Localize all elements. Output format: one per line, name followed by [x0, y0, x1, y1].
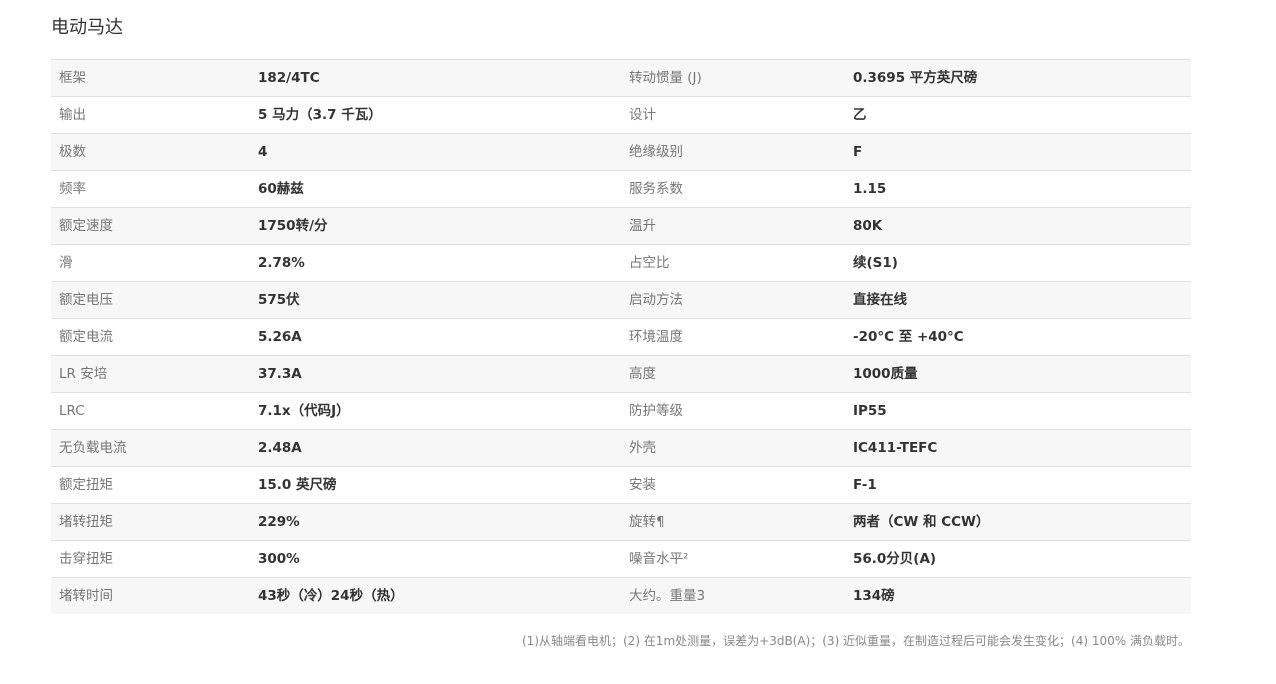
spec-value-right: 续(S1): [845, 244, 1191, 282]
spec-label-right: 防护等级: [621, 392, 845, 430]
spec-row: 滑 2.78% 占空比 续(S1): [51, 244, 1191, 282]
spec-value-left: 37.3A: [250, 355, 621, 393]
spec-value-right: 80K: [845, 207, 1191, 245]
spec-label-left: 框架: [51, 59, 250, 97]
spec-value-left: 182/4TC: [250, 59, 621, 97]
spec-label-left: 频率: [51, 170, 250, 208]
spec-value-right: 1000质量: [845, 355, 1191, 393]
spec-value-right: 1.15: [845, 170, 1191, 208]
spec-label-left: 击穿扭矩: [51, 540, 250, 578]
spec-row: 堵转时间 43秒（冷）24秒（热） 大约。重量3 134磅: [51, 577, 1191, 614]
spec-label-left: 额定扭矩: [51, 466, 250, 504]
spec-value-left: 15.0 英尺磅: [250, 466, 621, 504]
spec-value-left: 229%: [250, 503, 621, 541]
spec-label-left: LRC: [51, 392, 250, 430]
spec-label-right: 温升: [621, 207, 845, 245]
spec-label-left: 无负载电流: [51, 429, 250, 467]
spec-label-left: 输出: [51, 96, 250, 134]
spec-value-left: 5 马力（3.7 千瓦）: [250, 96, 621, 134]
spec-row: 额定电流 5.26A 环境温度 -20°C 至 +40°C: [51, 318, 1191, 356]
spec-value-left: 1750转/分: [250, 207, 621, 245]
spec-value-right: 两者（CW 和 CCW）: [845, 503, 1191, 541]
footnote: (1)从轴端看电机；(2) 在1m处测量，误差为+3dB(A)；(3) 近似重量…: [522, 634, 1190, 648]
spec-label-right: 转动惯量 (J): [621, 59, 845, 97]
spec-label-right: 启动方法: [621, 281, 845, 319]
spec-value-right: 56.0分贝(A): [845, 540, 1191, 578]
spec-label-right: 高度: [621, 355, 845, 393]
spec-row: 无负载电流 2.48A 外壳 IC411-TEFC: [51, 429, 1191, 467]
spec-value-left: 300%: [250, 540, 621, 578]
spec-row: LRC 7.1x（代码J） 防护等级 IP55: [51, 392, 1191, 430]
spec-value-left: 5.26A: [250, 318, 621, 356]
spec-label-left: 堵转扭矩: [51, 503, 250, 541]
motor-spec-table: 框架 182/4TC 转动惯量 (J) 0.3695 平方英尺磅 输出 5 马力（3.7 …: [51, 59, 1191, 614]
spec-value-right: -20°C 至 +40°C: [845, 318, 1191, 356]
spec-value-right: 0.3695 平方英尺磅: [845, 59, 1191, 97]
spec-value-left: 2.48A: [250, 429, 621, 467]
spec-value-left: 575伏: [250, 281, 621, 319]
spec-label-right: 大约。重量3: [621, 577, 845, 614]
page-title: 电动马达: [51, 17, 123, 38]
spec-label-right: 占空比: [621, 244, 845, 282]
spec-label-right: 服务系数: [621, 170, 845, 208]
spec-value-right: IC411-TEFC: [845, 429, 1191, 467]
spec-label-right: 外壳: [621, 429, 845, 467]
spec-value-right: 134磅: [845, 577, 1191, 614]
spec-label-left: 额定电流: [51, 318, 250, 356]
spec-label-right: 旋转¶: [621, 503, 845, 541]
spec-value-left: 4: [250, 133, 621, 171]
spec-row: 极数 4 绝缘级别 F: [51, 133, 1191, 171]
spec-value-right: F-1: [845, 466, 1191, 504]
spec-value-left: 7.1x（代码J）: [250, 392, 621, 430]
spec-value-left: 43秒（冷）24秒（热）: [250, 577, 621, 614]
spec-row: 频率 60赫兹 服务系数 1.15: [51, 170, 1191, 208]
spec-row: 框架 182/4TC 转动惯量 (J) 0.3695 平方英尺磅: [51, 59, 1191, 97]
spec-row: 输出 5 马力（3.7 千瓦） 设计乙: [51, 96, 1191, 134]
spec-row: 击穿扭矩 300% 噪音水平² 56.0分贝(A): [51, 540, 1191, 578]
spec-value-right: 乙: [845, 96, 1191, 134]
spec-value-left: 2.78%: [250, 244, 621, 282]
spec-label-left: 堵转时间: [51, 577, 250, 614]
spec-value-right: F: [845, 133, 1191, 171]
spec-table-body: 框架 182/4TC 转动惯量 (J) 0.3695 平方英尺磅 输出 5 马力（3.7 …: [51, 59, 1191, 614]
spec-value-right: IP55: [845, 392, 1191, 430]
spec-label-right: 设计: [621, 96, 845, 134]
spec-label-right: 绝缘级别: [621, 133, 845, 171]
spec-label-left: LR 安培: [51, 355, 250, 393]
spec-row: LR 安培 37.3A 高度 1000质量: [51, 355, 1191, 393]
spec-row: 额定电压 575伏 启动方法 直接在线: [51, 281, 1191, 319]
spec-row: 堵转扭矩 229% 旋转¶ 两者（CW 和 CCW）: [51, 503, 1191, 541]
spec-label-left: 极数: [51, 133, 250, 171]
spec-value-right: 直接在线: [845, 281, 1191, 319]
spec-label-right: 环境温度: [621, 318, 845, 356]
spec-label-right: 安装: [621, 466, 845, 504]
spec-row: 额定扭矩 15.0 英尺磅 安装 F-1: [51, 466, 1191, 504]
spec-label-left: 额定速度: [51, 207, 250, 245]
spec-label-left: 滑: [51, 244, 250, 282]
spec-label-left: 额定电压: [51, 281, 250, 319]
spec-label-right: 噪音水平²: [621, 540, 845, 578]
spec-row: 额定速度 1750转/分 温升 80K: [51, 207, 1191, 245]
spec-value-left: 60赫兹: [250, 170, 621, 208]
